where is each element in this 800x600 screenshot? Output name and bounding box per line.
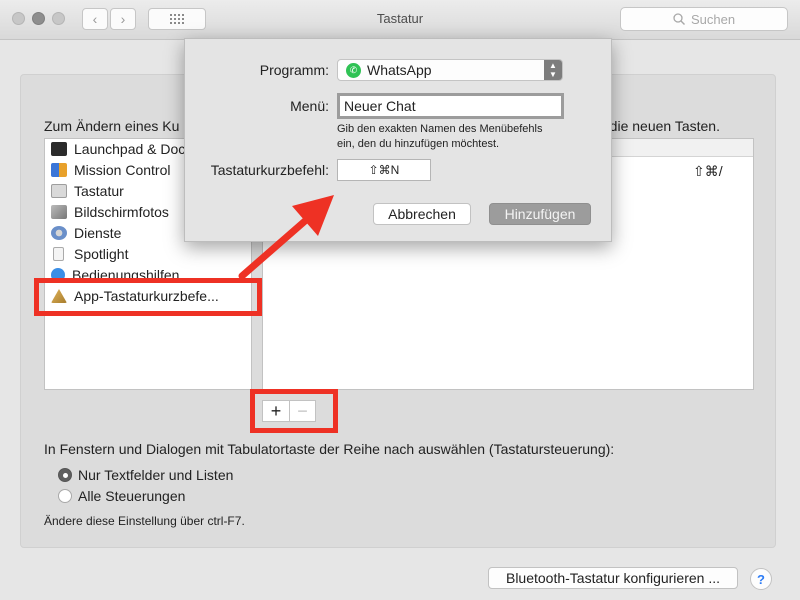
annotation-arrow	[238, 195, 334, 280]
